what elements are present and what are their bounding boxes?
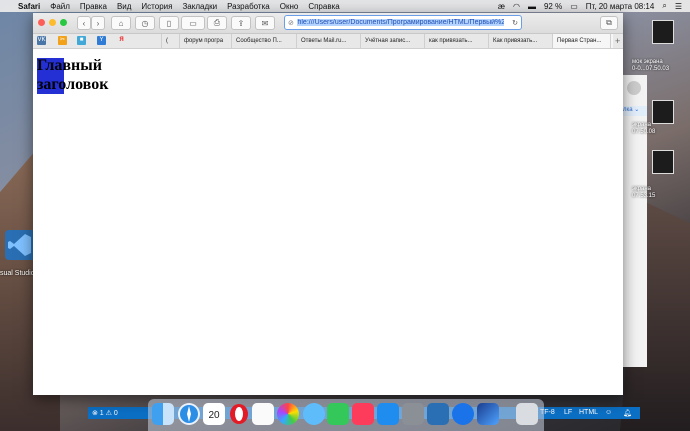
problems-count[interactable]: ⊗ 1 ⚠ 0 xyxy=(92,409,118,417)
screenshot-label-3b: 07.53.15 xyxy=(632,193,656,199)
bookmark-yandex-icon[interactable]: Я xyxy=(117,36,126,45)
language-label[interactable]: HTML xyxy=(579,409,598,416)
tab-3[interactable]: Ответы Mail.ru... xyxy=(296,34,357,48)
url-text[interactable]: file:///Users/user/Documents/Програмиров… xyxy=(296,19,504,26)
eol-label[interactable]: LF xyxy=(564,409,572,416)
reload-icon[interactable]: ↻ xyxy=(512,19,518,27)
menu-develop[interactable]: Разработка xyxy=(227,2,270,11)
bookmark-square-icon[interactable]: ■ xyxy=(77,36,86,45)
facetime-icon[interactable] xyxy=(327,403,349,425)
menu-edit[interactable]: Правка xyxy=(80,2,107,11)
address-bar[interactable]: ⊘ file:///Users/user/Documents/Програмир… xyxy=(284,15,522,30)
screenshot-label-1: мок экрана xyxy=(632,59,663,65)
zoom-window-button[interactable] xyxy=(60,19,67,26)
menu-bookmarks[interactable]: Закладки xyxy=(182,2,217,11)
bookmark-tool-icon[interactable]: ✂ xyxy=(58,36,67,45)
menu-view[interactable]: Вид xyxy=(117,2,131,11)
search-icon[interactable]: ⌕ xyxy=(662,1,666,11)
battery-percent[interactable]: 92 % xyxy=(544,2,562,11)
tab-7-active[interactable]: Первая Стран... xyxy=(552,34,613,48)
screenshot-thumbnail-1[interactable] xyxy=(652,20,674,44)
bell-icon[interactable]: 🔔︎ xyxy=(623,409,632,417)
reminders-icon[interactable] xyxy=(252,403,274,425)
screenshot-label-2: экрана xyxy=(632,122,652,128)
system-preferences-icon[interactable] xyxy=(402,403,424,425)
dock: 20 xyxy=(148,399,544,431)
home-icon[interactable]: ⌂ xyxy=(111,16,131,30)
vscode-desktop-icon[interactable] xyxy=(5,230,35,260)
page-content: Главный заголовок xyxy=(33,49,623,395)
avatar-icon xyxy=(627,81,641,95)
top-sites-icon[interactable]: ▭ xyxy=(181,16,205,30)
minimize-window-button[interactable] xyxy=(49,19,56,26)
photos-icon[interactable] xyxy=(277,403,299,425)
menu-bar: Safari Файл Правка Вид История Закладки … xyxy=(0,0,690,12)
tab-overview-icon[interactable]: ⧉ xyxy=(600,16,618,30)
safari-dock-icon[interactable] xyxy=(178,403,200,425)
menu-history[interactable]: История xyxy=(141,2,172,11)
tab-6[interactable]: Как привязать... xyxy=(488,34,549,48)
print-icon[interactable]: ⎙ xyxy=(207,16,227,30)
bookmark-vk-icon[interactable]: VK xyxy=(37,36,46,45)
back-button[interactable]: ‹ xyxy=(77,16,91,30)
notification-icon[interactable]: ☰ xyxy=(675,2,682,11)
screenshot-label-3: экрана xyxy=(632,186,652,192)
forward-button[interactable]: › xyxy=(91,16,105,30)
mail-icon[interactable]: ✉ xyxy=(255,16,275,30)
menu-file[interactable]: Файл xyxy=(50,2,70,11)
sidebar-icon[interactable]: ▯ xyxy=(159,16,179,30)
new-tab-button[interactable]: + xyxy=(610,34,624,48)
launchpad-icon[interactable] xyxy=(477,403,499,425)
vscode-desktop-label: sual Studio xyxy=(0,270,35,277)
browser-toolbar: ‹ › ⌂ ◷ ▯ ▭ ⎙ ⇪ ✉ ⊘ file:///Users/user/D… xyxy=(33,13,623,34)
background-window-panel: лка ⌄ xyxy=(623,75,647,367)
trash-icon[interactable] xyxy=(516,403,538,425)
battery-icon[interactable]: ▭ xyxy=(570,2,578,11)
page-heading: Главный заголовок xyxy=(37,57,109,93)
screenshot-label-1b: 0-0...07.50.03 xyxy=(632,66,670,72)
menu-help[interactable]: Справка xyxy=(308,2,339,11)
opera-icon[interactable] xyxy=(228,403,250,425)
history-icon[interactable]: ◷ xyxy=(135,16,155,30)
calendar-icon[interactable]: 20 xyxy=(203,403,225,425)
vscode-dock-icon[interactable] xyxy=(427,403,449,425)
close-window-button[interactable] xyxy=(38,19,45,26)
safari-window: ‹ › ⌂ ◷ ▯ ▭ ⎙ ⇪ ✉ ⊘ file:///Users/user/D… xyxy=(33,13,623,395)
menu-app-name[interactable]: Safari xyxy=(18,2,40,11)
clock[interactable]: Пт, 20 марта 08:14 xyxy=(586,2,655,11)
side-link[interactable]: лка ⌄ xyxy=(623,106,647,116)
tab-4[interactable]: Учётная запис... xyxy=(360,34,421,48)
bookmark-y-icon[interactable]: Y xyxy=(97,36,106,45)
tab-5[interactable]: как привязать... xyxy=(424,34,485,48)
feedback-icon[interactable]: ☺ xyxy=(605,409,612,416)
flag-icon[interactable]: ▬ xyxy=(528,2,536,11)
messages-icon[interactable] xyxy=(303,403,325,425)
tab-1[interactable]: форум програ xyxy=(179,34,232,48)
finder-icon[interactable] xyxy=(152,403,174,425)
tab-2[interactable]: Сообщество П... xyxy=(231,34,294,48)
screenshot-thumbnail-3[interactable] xyxy=(652,150,674,174)
keyboard-layout-icon[interactable]: æ xyxy=(498,2,505,11)
tab-and-bookmark-bar: VK ✂ ■ Y Я ( форум програ Сообщество П..… xyxy=(33,34,623,49)
screenshot-thumbnail-2[interactable] xyxy=(652,100,674,124)
app-store-icon[interactable] xyxy=(377,403,399,425)
screenshot-label-2b: 07.50.08 xyxy=(632,129,656,135)
music-icon[interactable] xyxy=(352,403,374,425)
compass-icon: ⊘ xyxy=(288,19,294,27)
telegram-icon[interactable] xyxy=(452,403,474,425)
wifi-icon[interactable]: ◠ xyxy=(513,2,520,11)
menu-window[interactable]: Окно xyxy=(280,2,299,11)
tab-0[interactable]: ( xyxy=(161,34,176,48)
share-icon[interactable]: ⇪ xyxy=(231,16,251,30)
